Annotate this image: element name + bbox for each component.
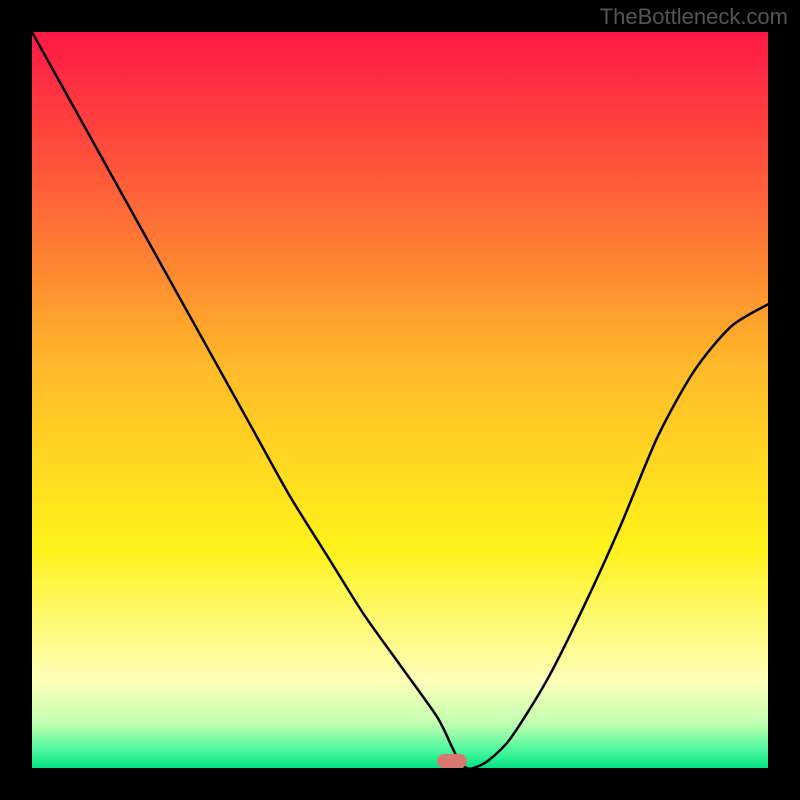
chart-svg <box>32 32 768 768</box>
optimal-marker <box>437 754 467 768</box>
chart-frame <box>32 32 768 768</box>
chart-background <box>32 32 768 768</box>
attribution-text: TheBottleneck.com <box>600 4 788 30</box>
